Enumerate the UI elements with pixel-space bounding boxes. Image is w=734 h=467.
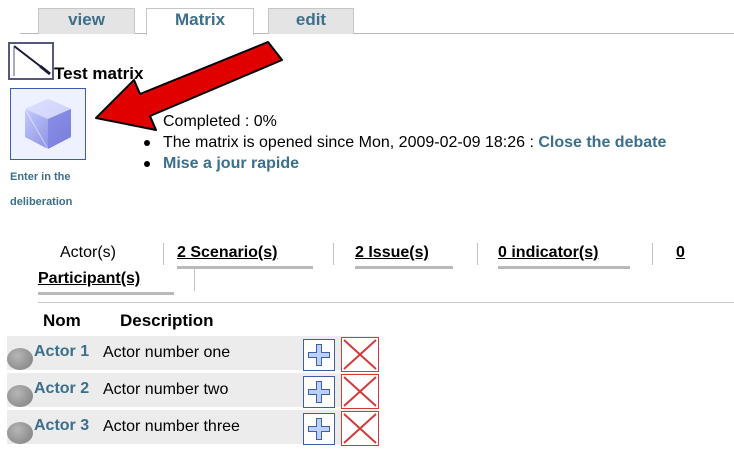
move-cross-icon <box>308 344 330 366</box>
actor-name-link[interactable]: Actor 2 <box>34 380 89 398</box>
status-dot-icon <box>7 422 33 444</box>
matrix-page: view Matrix edit Test matrix Enter in th… <box>0 0 734 467</box>
subtab-underline <box>498 266 630 269</box>
separator <box>477 243 478 265</box>
table-row: Actor 3 Actor number three <box>7 410 379 446</box>
delete-x-icon <box>343 413 377 444</box>
list-item-quick-update: Mise a jour rapide <box>144 153 734 174</box>
subtab-underline <box>177 266 313 269</box>
separator <box>163 243 164 265</box>
subtab-actors[interactable]: Actor(s) <box>60 244 116 262</box>
subtab-indicators[interactable]: 0 indicator(s) <box>498 244 598 262</box>
bullet <box>144 140 150 146</box>
status-dot-icon <box>7 348 33 370</box>
subtab-underline <box>38 292 174 295</box>
table-row: Actor 2 Actor number two <box>7 373 379 409</box>
actor-name-link[interactable]: Actor 3 <box>34 417 89 435</box>
close-debate-link[interactable]: Close the debate <box>538 134 666 151</box>
subtab-participants[interactable]: Participant(s) <box>38 270 140 288</box>
subtab-participants-count[interactable]: 0 <box>676 244 685 262</box>
delete-button[interactable] <box>341 374 379 409</box>
section-divider <box>38 302 734 303</box>
quick-update-link[interactable]: Mise a jour rapide <box>163 155 299 172</box>
tab-view[interactable]: view <box>38 8 135 34</box>
actor-description: Actor number one <box>103 344 231 361</box>
separator <box>194 269 195 291</box>
tab-edit[interactable]: edit <box>268 8 354 34</box>
matrix-graph-icon <box>8 42 54 80</box>
move-button[interactable] <box>303 376 335 408</box>
move-button[interactable] <box>303 413 335 445</box>
enter-deliberation-link[interactable]: Enter in the deliberation <box>10 165 106 215</box>
deliberation-label-line1: Enter in the <box>10 171 71 183</box>
delete-button[interactable] <box>341 337 379 372</box>
delete-button[interactable] <box>341 411 379 446</box>
cube-icon[interactable] <box>10 88 86 160</box>
actor-description: Actor number two <box>103 381 229 398</box>
red-arrow-annotation <box>95 41 283 131</box>
move-button[interactable] <box>303 339 335 371</box>
tab-bar: view Matrix edit <box>0 0 734 35</box>
move-cross-icon <box>308 418 330 440</box>
delete-x-icon <box>343 376 377 407</box>
opened-since-text: The matrix is opened since Mon, 2009-02-… <box>163 134 539 151</box>
subtab-underline <box>355 266 453 269</box>
tab-matrix[interactable]: Matrix <box>146 8 254 35</box>
column-header-description: Description <box>120 311 214 330</box>
separator <box>652 243 653 265</box>
subtab-issues[interactable]: 2 Issue(s) <box>355 244 429 262</box>
status-dot-icon <box>7 385 33 407</box>
table-row: Actor 1 Actor number one <box>7 336 379 372</box>
actor-description: Actor number three <box>103 418 240 435</box>
column-header-nom: Nom <box>43 311 81 330</box>
subtab-scenarios[interactable]: 2 Scenario(s) <box>177 244 277 262</box>
deliberation-label-line2: deliberation <box>10 196 73 208</box>
delete-x-icon <box>343 339 377 370</box>
separator <box>333 243 334 265</box>
actor-name-link[interactable]: Actor 1 <box>34 343 89 361</box>
move-cross-icon <box>308 381 330 403</box>
bullet <box>144 161 150 167</box>
